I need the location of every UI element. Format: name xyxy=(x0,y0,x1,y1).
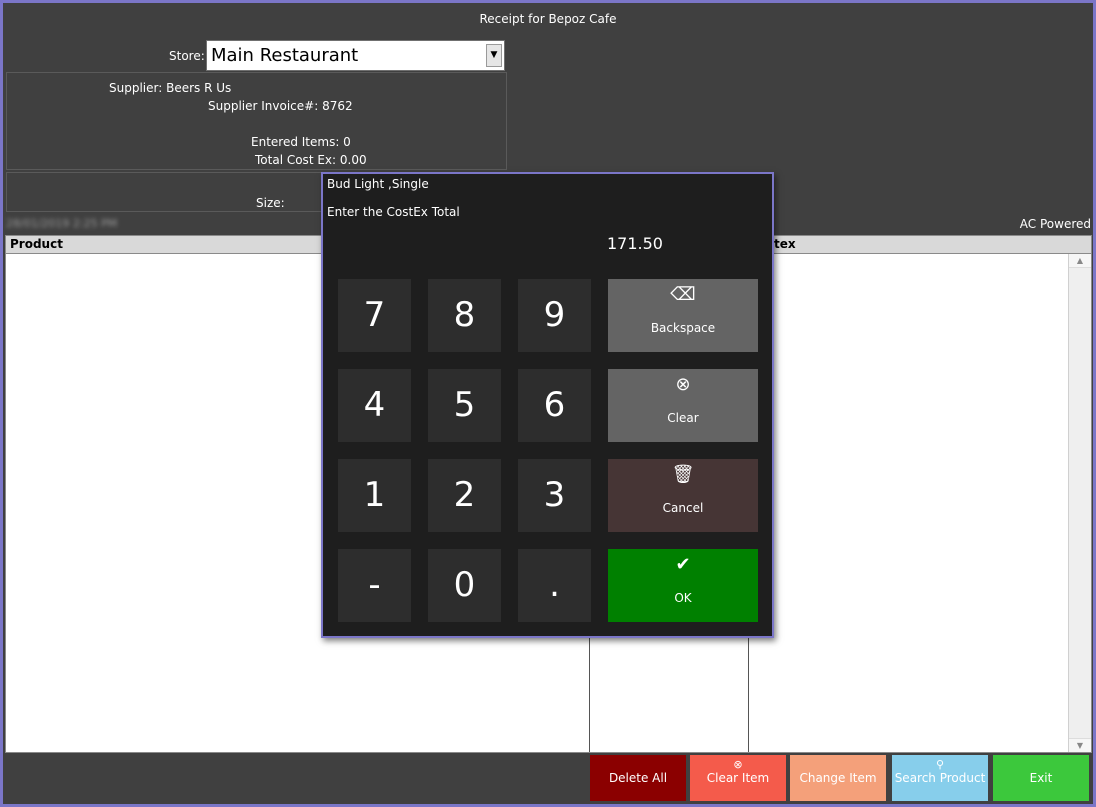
ok-button[interactable]: ✔ OK xyxy=(608,549,758,622)
supplier-name: Supplier: Beers R Us xyxy=(109,81,232,95)
backspace-label: Backspace xyxy=(650,321,716,335)
supplier-invoice: Supplier Invoice#: 8762 xyxy=(208,99,353,113)
key-3[interactable]: 3 xyxy=(518,459,591,532)
key-decimal[interactable]: . xyxy=(518,549,591,622)
window-title: Receipt for Bepoz Cafe xyxy=(479,12,617,26)
backspace-icon: ⌫ xyxy=(670,284,696,305)
column-costex[interactable]: tex xyxy=(774,237,796,251)
clear-item-label: Clear Item xyxy=(706,771,770,785)
numeric-keypad-dialog: Bud Light ,Single Enter the CostEx Total… xyxy=(321,172,774,638)
key-2[interactable]: 2 xyxy=(428,459,501,532)
vertical-scrollbar[interactable]: ▲ ▼ xyxy=(1068,254,1091,752)
key-1[interactable]: 1 xyxy=(338,459,411,532)
datetime: 28/01/2019 2:25 PM xyxy=(6,217,118,230)
clear-item-icon: ⊗ xyxy=(733,758,743,771)
supplier-info-panel: Supplier: Beers R Us Supplier Invoice#: … xyxy=(6,72,507,170)
column-product[interactable]: Product xyxy=(10,237,63,251)
power-status: AC Powered xyxy=(1019,217,1091,231)
exit-label: Exit xyxy=(1029,771,1053,785)
dropdown-arrow-icon[interactable]: ▼ xyxy=(486,44,502,67)
scroll-up-icon[interactable]: ▲ xyxy=(1069,254,1091,268)
store-label: Store: xyxy=(169,49,205,63)
cancel-button[interactable]: 🗑 Cancel xyxy=(608,459,758,532)
store-select-value: Main Restaurant xyxy=(211,45,359,66)
search-product-button[interactable]: ⚲ Search Product xyxy=(892,755,988,801)
search-icon: ⚲ xyxy=(935,758,945,771)
keypad-value-display: 171.50 xyxy=(607,234,663,253)
change-item-button[interactable]: Change Item xyxy=(790,755,886,801)
clear-button[interactable]: ⊗ Clear xyxy=(608,369,758,442)
key-7[interactable]: 7 xyxy=(338,279,411,352)
clear-label: Clear xyxy=(667,411,699,425)
key-4[interactable]: 4 xyxy=(338,369,411,442)
size-label: Size: xyxy=(256,196,285,210)
exit-button[interactable]: Exit xyxy=(993,755,1089,801)
key-6[interactable]: 6 xyxy=(518,369,591,442)
scroll-down-icon[interactable]: ▼ xyxy=(1069,738,1091,752)
keypad-item-name: Bud Light ,Single xyxy=(327,177,429,191)
search-product-label: Search Product xyxy=(894,771,986,785)
delete-all-label: Delete All xyxy=(608,771,668,785)
store-select[interactable]: Main Restaurant ▼ xyxy=(206,40,505,71)
key-8[interactable]: 8 xyxy=(428,279,501,352)
key-0[interactable]: 0 xyxy=(428,549,501,622)
clear-icon: ⊗ xyxy=(675,374,691,395)
trash-icon: 🗑 xyxy=(671,464,695,485)
backspace-button[interactable]: ⌫ Backspace xyxy=(608,279,758,352)
key-9[interactable]: 9 xyxy=(518,279,591,352)
key-5[interactable]: 5 xyxy=(428,369,501,442)
checkmark-icon: ✔ xyxy=(675,554,691,575)
cancel-label: Cancel xyxy=(662,501,704,515)
clear-item-button[interactable]: ⊗ Clear Item xyxy=(690,755,786,801)
change-item-label: Change Item xyxy=(799,771,877,785)
ok-label: OK xyxy=(674,591,692,605)
total-cost-ex: Total Cost Ex: 0.00 xyxy=(255,153,367,167)
entered-items: Entered Items: 0 xyxy=(251,135,351,149)
keypad-prompt: Enter the CostEx Total xyxy=(327,205,460,219)
delete-all-button[interactable]: Delete All xyxy=(590,755,686,801)
key-minus[interactable]: - xyxy=(338,549,411,622)
